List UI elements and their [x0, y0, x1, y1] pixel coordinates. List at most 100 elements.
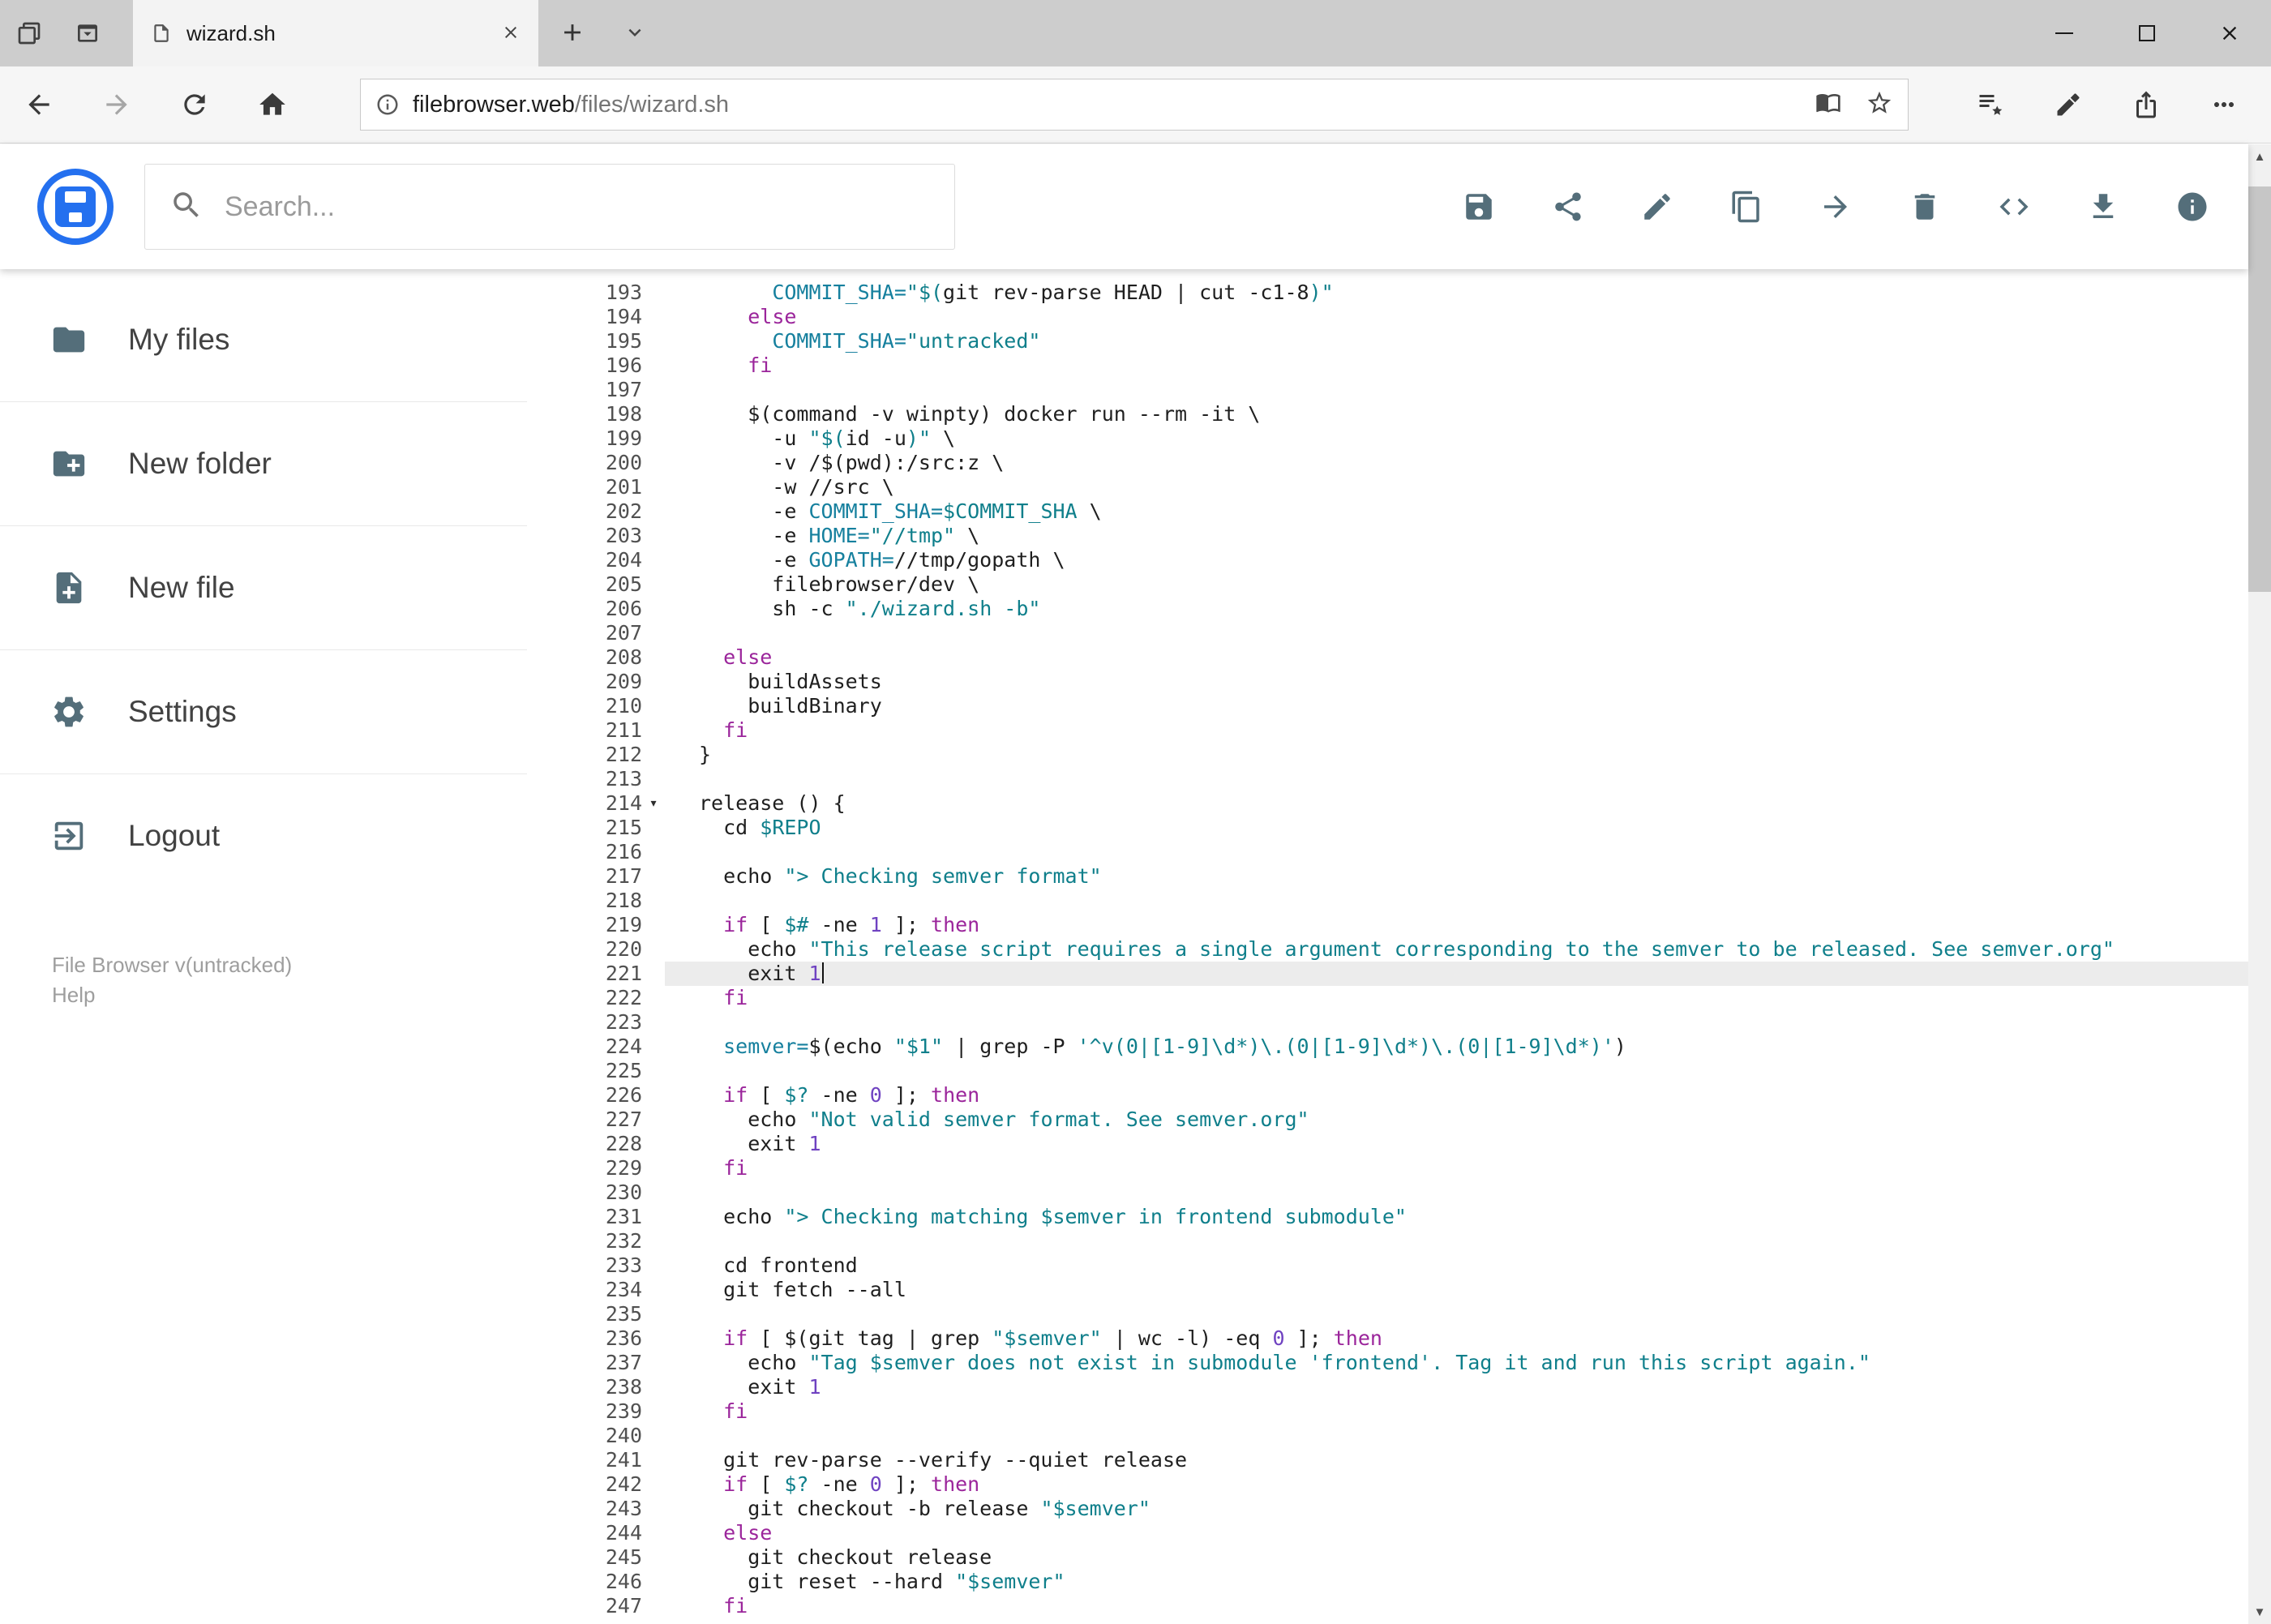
code-line-content[interactable]: buildBinary	[665, 694, 2248, 718]
code-line-content[interactable]: git rev-parse --verify --quiet release	[665, 1448, 2248, 1472]
page-scrollbar[interactable]: ▲ ▼	[2248, 144, 2271, 1624]
tab-list-button[interactable]	[606, 0, 663, 66]
code-line-content[interactable]: git checkout release	[665, 1545, 2248, 1570]
code-line-content[interactable]: echo "Not valid semver format. See semve…	[665, 1108, 2248, 1132]
code-line-content[interactable]: fi	[665, 718, 2248, 743]
code-line-content[interactable]: -e COMMIT_SHA=$COMMIT_SHA \	[665, 499, 2248, 524]
code-button[interactable]	[1995, 182, 2033, 231]
search-input[interactable]	[225, 191, 930, 223]
code-line-content[interactable]: exit 1	[665, 1375, 2248, 1399]
code-line-content[interactable]: else	[665, 305, 2248, 329]
code-line-content[interactable]: release () {	[665, 791, 2248, 816]
tab-preview-button[interactable]	[75, 20, 101, 46]
code-line-content[interactable]: echo "> Checking semver format"	[665, 864, 2248, 889]
code-line-content[interactable]: -u "$(id -u)" \	[665, 426, 2248, 451]
window-close-button[interactable]	[2188, 0, 2271, 66]
sidebar-item-settings[interactable]: Settings	[0, 649, 527, 773]
code-line-content[interactable]: if [ $(git tag | grep "$semver" | wc -l)…	[665, 1326, 2248, 1351]
scrollbar-up-button[interactable]: ▲	[2248, 144, 2271, 169]
copy-button[interactable]	[1728, 182, 1765, 231]
filebrowser-logo-icon[interactable]	[37, 169, 114, 245]
delete-button[interactable]	[1906, 182, 1943, 231]
download-button[interactable]	[2085, 182, 2122, 231]
maximize-button[interactable]	[2106, 0, 2188, 66]
home-button[interactable]	[234, 72, 311, 137]
code-line-content[interactable]: if [ $# -ne 1 ]; then	[665, 913, 2248, 937]
forward-button[interactable]	[78, 72, 156, 137]
code-line-content[interactable]: exit 1	[665, 1132, 2248, 1156]
code-line-content[interactable]: filebrowser/dev \	[665, 572, 2248, 597]
sidebar-item-new-folder[interactable]: New folder	[0, 401, 527, 525]
edit-button[interactable]	[1639, 182, 1676, 231]
code-line-content[interactable]	[665, 889, 2248, 913]
code-line-content[interactable]: else	[665, 645, 2248, 670]
code-line-content[interactable]: fi	[665, 1399, 2248, 1424]
code-line-content[interactable]	[665, 621, 2248, 645]
code-line-content[interactable]: COMMIT_SHA="untracked"	[665, 329, 2248, 354]
code-line-content[interactable]: git checkout -b release "$semver"	[665, 1497, 2248, 1521]
code-line-content[interactable]: cd $REPO	[665, 816, 2248, 840]
code-line-content[interactable]: else	[665, 1521, 2248, 1545]
code-line-content[interactable]: $(command -v winpty) docker run --rm -it…	[665, 402, 2248, 426]
share-browser-button[interactable]	[2107, 72, 2185, 137]
code-line-content[interactable]: fi	[665, 986, 2248, 1010]
code-line-content[interactable]: COMMIT_SHA="$(git rev-parse HEAD | cut -…	[665, 281, 2248, 305]
code-line-content[interactable]: if [ $? -ne 0 ]; then	[665, 1083, 2248, 1108]
move-button[interactable]	[1817, 182, 1854, 231]
minimize-button[interactable]	[2023, 0, 2106, 66]
code-line-content[interactable]	[665, 1010, 2248, 1035]
fold-arrow-icon[interactable]: ▾	[642, 791, 665, 816]
sidebar-item-logout[interactable]: Logout	[0, 773, 527, 898]
code-line-content[interactable]: echo "Tag $semver does not exist in subm…	[665, 1351, 2248, 1375]
code-line-content[interactable]	[665, 1229, 2248, 1253]
save-button[interactable]	[1460, 182, 1498, 231]
share-button[interactable]	[1549, 182, 1587, 231]
sidebar-item-my-files[interactable]: My files	[0, 277, 527, 401]
page-info-icon[interactable]	[375, 92, 400, 117]
code-line-content[interactable]: git fetch --all	[665, 1278, 2248, 1302]
code-line-content[interactable]: fi	[665, 1156, 2248, 1181]
info-button[interactable]	[2174, 182, 2211, 231]
code-line-content[interactable]: cd frontend	[665, 1253, 2248, 1278]
code-line-content[interactable]: fi	[665, 354, 2248, 378]
code-line-content[interactable]	[665, 1302, 2248, 1326]
scrollbar-down-button[interactable]: ▼	[2248, 1600, 2271, 1624]
tab-close-button[interactable]	[501, 23, 521, 45]
code-line-content[interactable]	[665, 1059, 2248, 1083]
code-line-content[interactable]: fi	[665, 1594, 2248, 1618]
code-line-content[interactable]: -v /$(pwd):/src:z \	[665, 451, 2248, 475]
code-line-content[interactable]: echo "This release script requires a sin…	[665, 937, 2248, 962]
code-line-content[interactable]: echo "> Checking matching $semver in fro…	[665, 1205, 2248, 1229]
code-editor[interactable]: 193 COMMIT_SHA="$(git rev-parse HEAD | c…	[527, 269, 2248, 1624]
web-note-button[interactable]	[2029, 72, 2107, 137]
tabs-aside-button[interactable]	[16, 20, 42, 46]
code-line-content[interactable]: buildAssets	[665, 670, 2248, 694]
code-line-content[interactable]: -e GOPATH=//tmp/gopath \	[665, 548, 2248, 572]
code-line-content[interactable]: -e HOME="//tmp" \	[665, 524, 2248, 548]
code-line-content[interactable]	[665, 378, 2248, 402]
code-line-content[interactable]: -w //src \	[665, 475, 2248, 499]
hub-button[interactable]	[1952, 72, 2029, 137]
code-line-content[interactable]	[665, 840, 2248, 864]
address-bar[interactable]: filebrowser.web/files/wizard.sh	[360, 79, 1909, 131]
code-line-content[interactable]: }	[665, 743, 2248, 767]
search-box[interactable]	[144, 164, 955, 250]
code-line-content[interactable]: exit 1	[665, 962, 2248, 986]
refresh-button[interactable]	[156, 72, 234, 137]
back-button[interactable]	[0, 72, 78, 137]
favorite-star-icon[interactable]	[1866, 89, 1893, 121]
more-button[interactable]	[2185, 72, 2263, 137]
code-line-content[interactable]: sh -c "./wizard.sh -b"	[665, 597, 2248, 621]
code-line-content[interactable]: git reset --hard "$semver"	[665, 1570, 2248, 1594]
new-tab-button[interactable]	[538, 0, 606, 66]
code-line-content[interactable]: if [ $? -ne 0 ]; then	[665, 1472, 2248, 1497]
reading-view-icon[interactable]	[1815, 89, 1841, 121]
code-line-content[interactable]	[665, 1181, 2248, 1205]
code-line-content[interactable]: semver=$(echo "$1" | grep -P '^v(0|[1-9]…	[665, 1035, 2248, 1059]
code-line-content[interactable]	[665, 1424, 2248, 1448]
code-line-content[interactable]	[665, 767, 2248, 791]
browser-tab[interactable]: wizard.sh	[133, 0, 538, 66]
help-link[interactable]: Help	[52, 980, 292, 1010]
scrollbar-thumb[interactable]	[2248, 186, 2271, 592]
sidebar-item-new-file[interactable]: New file	[0, 525, 527, 649]
